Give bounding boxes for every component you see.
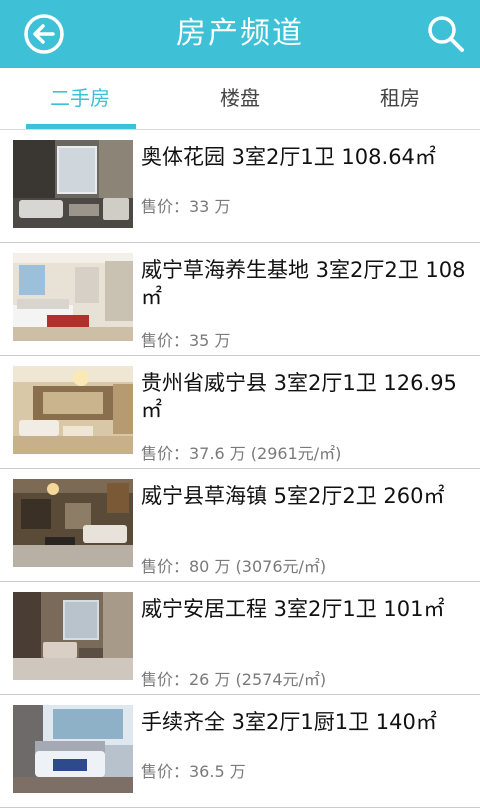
listing-list[interactable]: 奥体花园 3室2厅1卫 108.64㎡ 售价：33 万 威宁草海养生基地 3室2… — [0, 130, 480, 808]
listing-photo — [13, 253, 133, 341]
app-bar: 房产频道 — [0, 0, 480, 68]
listing-title: 奥体花园 3室2厅1卫 108.64㎡ — [141, 145, 436, 169]
tab-bar: 二手房 楼盘 租房 — [0, 68, 480, 130]
listing-title: 威宁安居工程 3室2厅1卫 101㎡ — [141, 597, 445, 621]
listing-title: 威宁县草海镇 5室2厅2卫 260㎡ — [141, 484, 445, 508]
listing-title: 威宁草海养生基地 3室2厅2卫 108㎡ — [141, 258, 466, 309]
listing-item[interactable]: 威宁县草海镇 5室2厅2卫 260㎡ 售价：80 万 (3076元/㎡) — [0, 469, 480, 582]
listing-item[interactable]: 奥体花园 3室2厅1卫 108.64㎡ 售价：33 万 — [0, 130, 480, 243]
listing-price: 售价：35 万 — [141, 331, 231, 350]
listing-title: 贵州省威宁县 3室2厅1卫 126.95㎡ — [141, 371, 457, 422]
listing-price: 售价：36.5 万 — [141, 762, 246, 781]
listing-photo — [13, 366, 133, 454]
listing-title: 手续齐全 3室2厅1厨1卫 140㎡ — [141, 710, 437, 734]
search-button[interactable] — [424, 12, 468, 56]
page-title: 房产频道 — [176, 16, 304, 51]
tab-rentals[interactable]: 租房 — [320, 68, 480, 130]
active-tab-indicator — [26, 124, 136, 129]
listing-price: 售价：37.6 万 (2961元/㎡) — [141, 444, 342, 463]
listing-photo — [13, 592, 133, 680]
tab-second-hand[interactable]: 二手房 — [0, 68, 160, 130]
search-icon — [428, 16, 464, 52]
listing-photo — [13, 705, 133, 793]
listing-price: 售价：26 万 (2574元/㎡) — [141, 670, 327, 689]
listing-item[interactable]: 威宁草海养生基地 3室2厅2卫 108㎡ 售价：35 万 — [0, 243, 480, 356]
tab-new-homes[interactable]: 楼盘 — [160, 68, 320, 130]
listing-photo — [13, 140, 133, 228]
listing-photo — [13, 479, 133, 567]
listing-item[interactable]: 手续齐全 3室2厅1厨1卫 140㎡ 售价：36.5 万 — [0, 695, 480, 808]
listing-price: 售价：33 万 — [141, 197, 231, 216]
listing-item[interactable]: 贵州省威宁县 3室2厅1卫 126.95㎡ 售价：37.6 万 (2961元/㎡… — [0, 356, 480, 469]
listing-price: 售价：80 万 (3076元/㎡) — [141, 557, 327, 576]
listing-item[interactable]: 威宁安居工程 3室2厅1卫 101㎡ 售价：26 万 (2574元/㎡) — [0, 582, 480, 695]
